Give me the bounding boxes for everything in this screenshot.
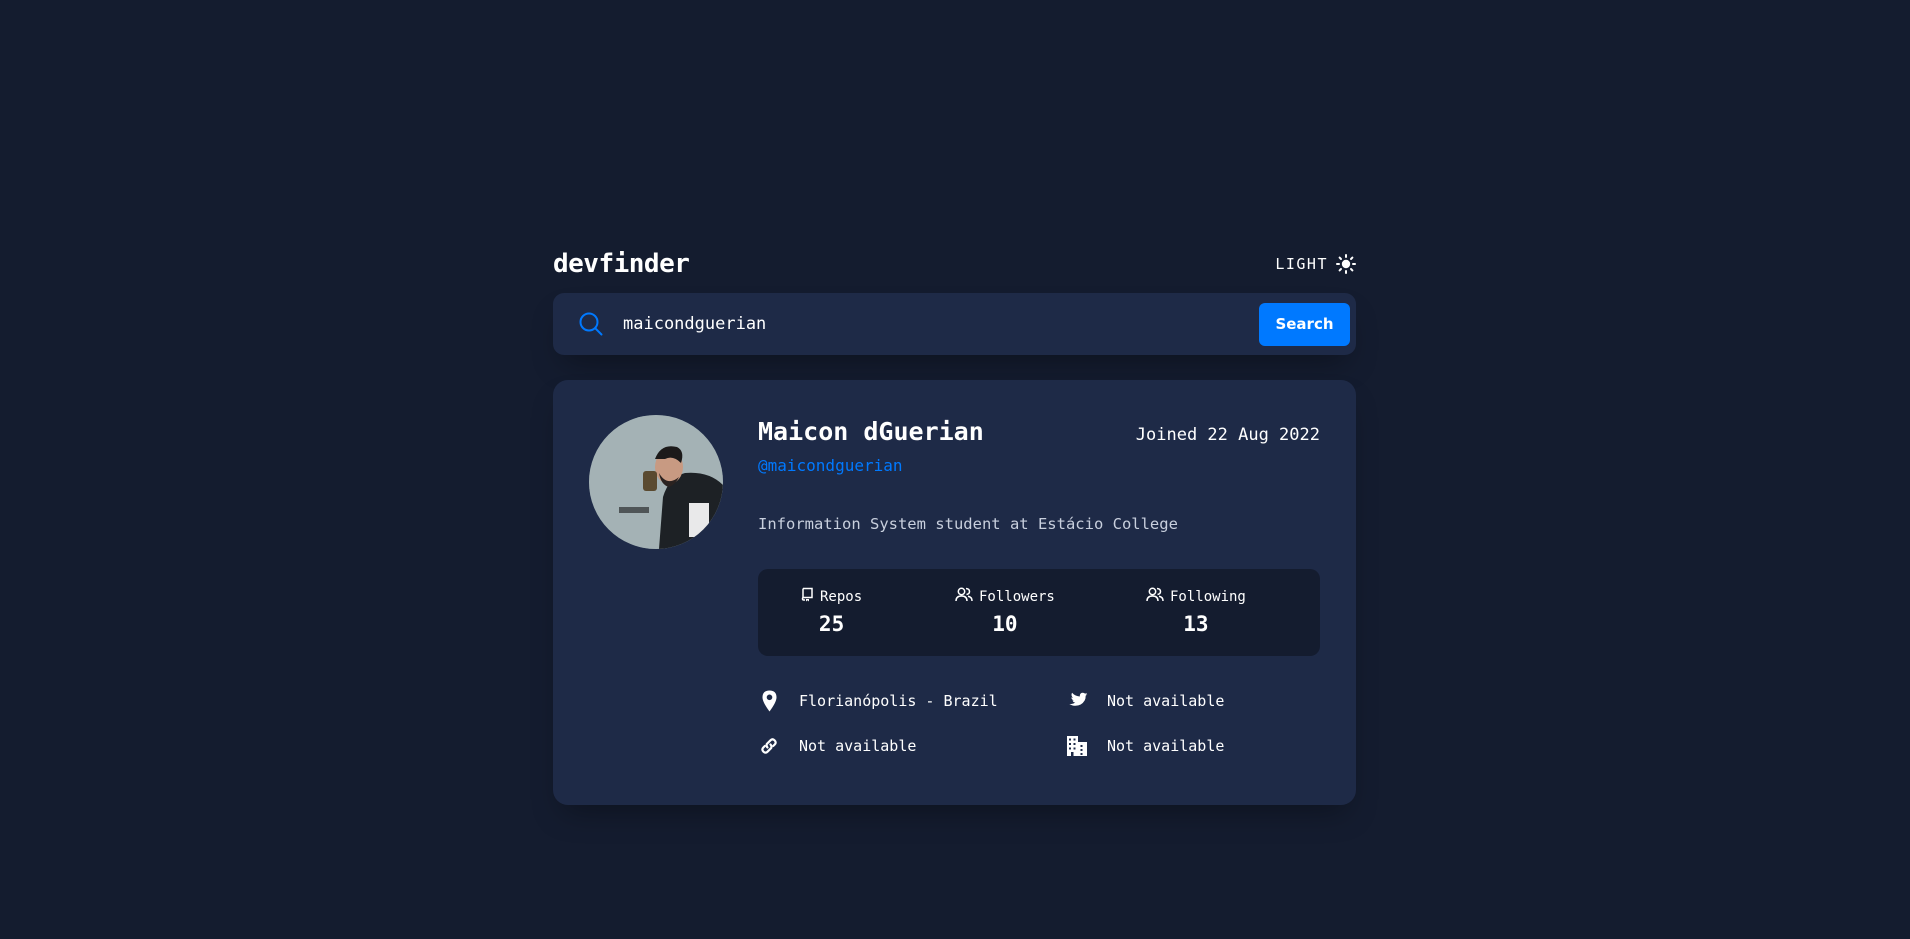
- profile-links: Florianópolis - Brazil Not available Not…: [758, 688, 1320, 758]
- company-item: Not available: [1066, 733, 1320, 758]
- app-logo: devfinder: [553, 249, 690, 279]
- profile-login-link[interactable]: @maicondguerian: [758, 456, 1320, 475]
- twitter-item: Not available: [1066, 688, 1320, 713]
- profile-card: Maicon dGuerian Joined 22 Aug 2022 @maic…: [553, 380, 1356, 805]
- profile-name: Maicon dGuerian: [758, 417, 984, 446]
- joined-date: Joined 22 Aug 2022: [1135, 425, 1320, 445]
- location-pin-icon: [758, 689, 780, 713]
- stat-repos-value: 25: [818, 612, 845, 636]
- header: devfinder LIGHT: [553, 247, 1356, 281]
- twitter-icon: [1066, 689, 1088, 713]
- sun-icon: [1336, 254, 1356, 274]
- location-text: Florianópolis - Brazil: [799, 691, 998, 710]
- search-button[interactable]: Search: [1259, 302, 1350, 346]
- theme-toggle-label: LIGHT: [1275, 255, 1328, 273]
- repo-icon: [801, 587, 814, 606]
- stat-followers-value: 10: [992, 612, 1018, 636]
- stat-following-label: Following: [1170, 588, 1246, 605]
- name-row: Maicon dGuerian Joined 22 Aug 2022: [758, 417, 1320, 446]
- website-text: Not available: [799, 736, 917, 755]
- stat-following-label-row: Following: [1146, 587, 1246, 606]
- stat-followers-label-row: Followers: [955, 587, 1055, 606]
- stat-following: Following 13: [1146, 587, 1246, 636]
- twitter-text: Not available: [1107, 691, 1225, 710]
- location-item: Florianópolis - Brazil: [758, 688, 1066, 713]
- profile-bio: Information System student at Estácio Co…: [758, 515, 1178, 533]
- website-item[interactable]: Not available: [758, 733, 1066, 758]
- stat-repos-label: Repos: [820, 588, 863, 605]
- users-icon: [1146, 587, 1164, 606]
- stat-followers: Followers 10: [955, 587, 1055, 636]
- search-input[interactable]: [621, 303, 1259, 345]
- devfinder-app: devfinder LIGHT maicondguerian Search Ma…: [553, 247, 1356, 805]
- profile-details: Maicon dGuerian Joined 22 Aug 2022 @maic…: [758, 417, 1320, 758]
- search-icon: [579, 312, 603, 336]
- users-icon: [955, 587, 973, 606]
- stats-panel: Repos 25 Followers 10 Following 13: [758, 569, 1320, 656]
- search-bar: Search: [553, 293, 1356, 355]
- avatar: [589, 415, 723, 549]
- company-text: Not available: [1107, 736, 1225, 755]
- stat-repos-label-row: Repos: [801, 587, 862, 606]
- theme-toggle[interactable]: LIGHT: [1275, 254, 1356, 274]
- stat-following-value: 13: [1183, 612, 1209, 636]
- building-icon: [1066, 734, 1088, 758]
- link-icon: [758, 734, 780, 758]
- stat-repos: Repos 25: [801, 587, 862, 636]
- stat-followers-label: Followers: [979, 588, 1055, 605]
